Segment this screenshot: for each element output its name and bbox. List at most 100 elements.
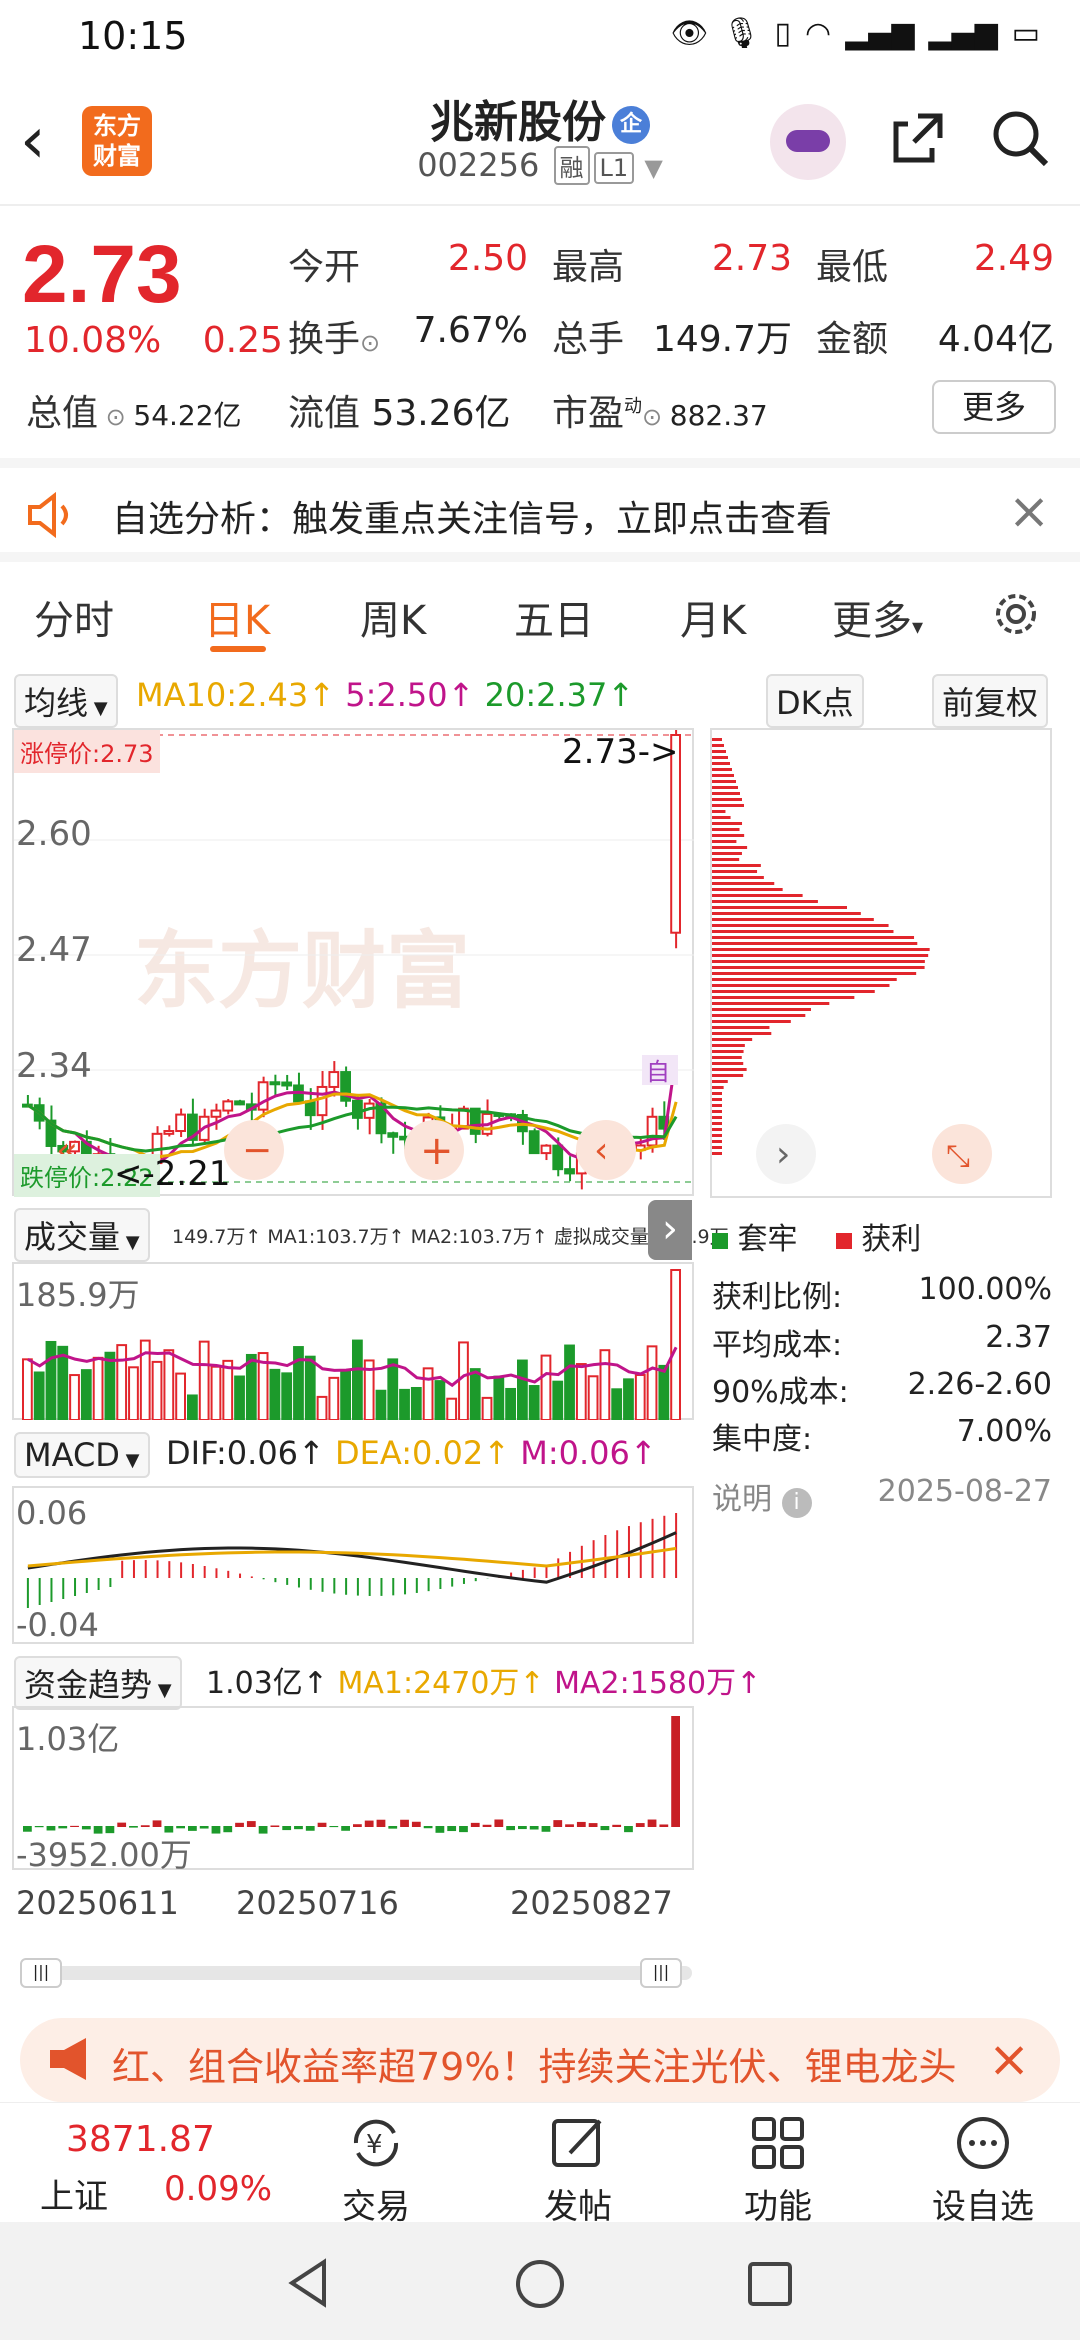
kline-chart[interactable]: 东方财富 − + ‹ « 自 涨停价:2.73 跌停价:2.22 2.73-> … bbox=[12, 728, 694, 1197]
fund-chart: 1.03亿 -3952.00万 bbox=[12, 1706, 694, 1874]
fund-bar bbox=[235, 1822, 244, 1827]
home-circle-icon[interactable] bbox=[514, 2258, 566, 2310]
fund-bar bbox=[246, 1821, 256, 1827]
fund-bar bbox=[117, 1822, 127, 1827]
chip-bar bbox=[712, 1104, 722, 1107]
system-nav-bar bbox=[0, 2222, 1080, 2340]
index-ticker[interactable]: 3871.87 上证 0.09% bbox=[22, 2107, 272, 2219]
volume-bar bbox=[328, 1376, 340, 1421]
chip-bar bbox=[712, 750, 726, 753]
ma5-arrow: ↑ bbox=[447, 676, 475, 714]
volume-bar bbox=[352, 1339, 363, 1421]
caret-down-icon: ▾ bbox=[912, 615, 924, 640]
candle-body bbox=[163, 1130, 175, 1135]
fund-bar bbox=[565, 1824, 574, 1827]
volume-bar bbox=[493, 1375, 505, 1421]
candle-body bbox=[222, 1100, 234, 1112]
dk-point-button[interactable]: DK点 bbox=[766, 674, 864, 728]
info-icon[interactable]: ⊙ bbox=[98, 403, 133, 431]
volume-bar bbox=[187, 1394, 198, 1421]
candle-body bbox=[552, 1144, 564, 1171]
chip-bar bbox=[712, 1152, 722, 1155]
chip-bar bbox=[712, 966, 925, 969]
tab-weekly-k[interactable]: 周K bbox=[360, 588, 426, 646]
volume-bar bbox=[528, 1385, 540, 1421]
chip-bar bbox=[712, 1068, 747, 1071]
date-label: 20250827 bbox=[510, 1884, 673, 1922]
tab-five-day[interactable]: 五日 bbox=[514, 588, 594, 646]
chip-label: 90%成本: bbox=[712, 1375, 849, 1410]
macd-select-label: MACD bbox=[24, 1436, 120, 1474]
status-icons: 👁 🎙 ▯ ◠ ▂▄▆ ▂▄▆ ▭ bbox=[670, 16, 1040, 51]
quote-value: 54.22亿 bbox=[133, 399, 242, 432]
fund-bar bbox=[647, 1819, 657, 1827]
nav-add-watchlist[interactable]: 设自选 bbox=[918, 2113, 1048, 2228]
chip-bar bbox=[712, 924, 889, 927]
y-tick: 2.47 bbox=[16, 930, 92, 970]
volume-bar bbox=[670, 1269, 682, 1421]
chip-distribution[interactable]: › ⤡ bbox=[710, 728, 1052, 1198]
nav-functions[interactable]: 功能 bbox=[718, 2113, 838, 2228]
fund-select[interactable]: 资金趋势 ▼ bbox=[14, 1656, 182, 1710]
chip-bar bbox=[712, 744, 724, 747]
nav-add-watchlist-label: 设自选 bbox=[932, 2187, 1034, 2227]
volume-bar bbox=[304, 1355, 316, 1422]
chip-note-row[interactable]: 说明 i 2025-08-27 bbox=[712, 1474, 1052, 1518]
nav-post[interactable]: 发帖 bbox=[518, 2113, 638, 2228]
minus-icon: − bbox=[242, 1130, 272, 1171]
volume-bar bbox=[163, 1349, 175, 1421]
assistant-avatar[interactable] bbox=[770, 104, 846, 180]
tab-monthly-k[interactable]: 月K bbox=[680, 588, 746, 646]
fund-bar bbox=[341, 1826, 350, 1831]
range-handle-left[interactable]: ||| bbox=[20, 1958, 62, 1988]
back-triangle-icon[interactable] bbox=[284, 2258, 334, 2308]
volume-bar bbox=[234, 1375, 245, 1421]
volume-legend: 149.7万↑ MA1:103.7万↑ MA2:103.7万↑ 虚拟成交量:18… bbox=[172, 1226, 729, 1248]
range-slider[interactable] bbox=[20, 1966, 692, 1980]
volume-bar bbox=[540, 1354, 552, 1421]
fund-bar bbox=[81, 1826, 91, 1830]
panel-toggle-button[interactable]: › bbox=[648, 1200, 692, 1260]
tab-daily-k[interactable]: 日K bbox=[204, 588, 270, 646]
nav-trade[interactable]: ¥ 交易 bbox=[316, 2113, 436, 2228]
adjust-button[interactable]: 前复权 bbox=[932, 674, 1049, 728]
promo-banner[interactable]: 红、组合收益率超79%！持续关注光伏、锂电龙头 × bbox=[20, 2018, 1060, 2102]
quote-label: 金额 bbox=[816, 319, 889, 360]
close-icon[interactable]: × bbox=[1008, 482, 1050, 540]
index-name: 上证 bbox=[40, 2177, 108, 2217]
tab-intraday[interactable]: 分时 bbox=[34, 588, 114, 646]
candle-body bbox=[528, 1130, 540, 1155]
candle-body bbox=[175, 1113, 186, 1133]
tab-more[interactable]: 更多▾ bbox=[832, 588, 923, 646]
candle-body bbox=[316, 1085, 328, 1117]
share-icon[interactable] bbox=[888, 108, 948, 168]
chip-bar bbox=[712, 822, 743, 825]
chip-bar bbox=[712, 948, 930, 951]
chip-bar bbox=[712, 786, 738, 789]
macd-select[interactable]: MACD ▼ bbox=[14, 1432, 150, 1478]
quote-value: 2.49 bbox=[973, 238, 1054, 279]
volume-bar bbox=[564, 1344, 575, 1421]
gear-icon[interactable] bbox=[988, 586, 1044, 642]
volume-select[interactable]: 成交量 ▼ bbox=[14, 1208, 150, 1262]
fund-bar bbox=[435, 1826, 445, 1833]
candle-body bbox=[328, 1071, 340, 1088]
volume-bar bbox=[33, 1371, 45, 1421]
volume-bar bbox=[517, 1359, 528, 1421]
info-icon[interactable]: ⊙ bbox=[642, 403, 670, 431]
notice-bar[interactable]: 自选分析：触发重点关注信号，立即点击查看 × bbox=[0, 458, 1080, 562]
volume-chart: 185.9万 bbox=[12, 1262, 694, 1422]
ma-select[interactable]: 均线 ▼ bbox=[14, 674, 118, 728]
fund-bar bbox=[671, 1716, 680, 1827]
info-icon[interactable]: ⊙ bbox=[360, 329, 380, 357]
plus-icon: + bbox=[420, 1128, 454, 1174]
recents-square-icon[interactable] bbox=[746, 2260, 794, 2308]
volume-bar bbox=[245, 1353, 257, 1421]
range-handle-right[interactable]: ||| bbox=[640, 1958, 682, 1988]
more-button[interactable]: 更多 bbox=[932, 380, 1056, 434]
chip-bar bbox=[712, 846, 748, 849]
chip-bar bbox=[712, 930, 894, 933]
close-icon[interactable]: × bbox=[988, 2030, 1030, 2088]
macd-legend: DIF:0.06↑ DEA:0.02↑ M:0.06↑ bbox=[166, 1434, 657, 1472]
search-icon[interactable] bbox=[988, 106, 1052, 170]
